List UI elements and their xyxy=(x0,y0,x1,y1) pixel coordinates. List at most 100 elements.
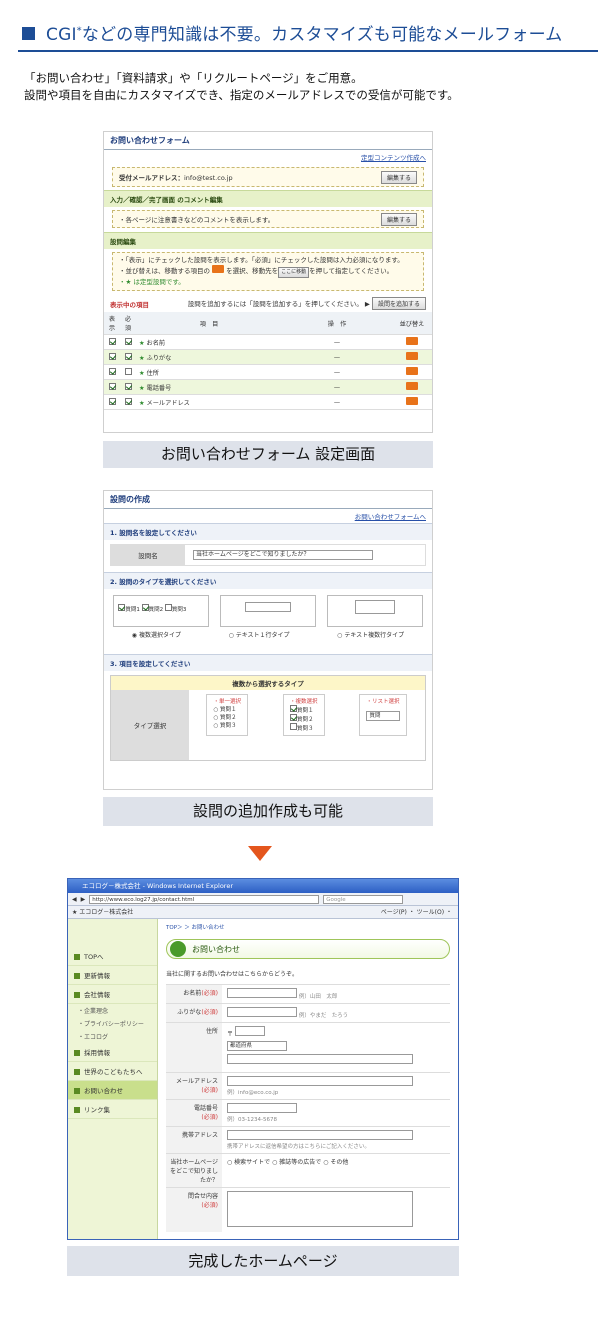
window-titlebar: エコログ－株式会社 - Windows Internet Explorer xyxy=(68,879,458,893)
required-checkbox[interactable] xyxy=(124,337,132,345)
type1-radio[interactable]: ◉ 複数選択タイプ xyxy=(132,630,181,639)
step1-heading: 1. 設問名を設定してください xyxy=(104,523,432,540)
sidebar-item[interactable]: ・エコログ xyxy=(68,1030,157,1043)
create-title: 設問の作成 xyxy=(104,491,432,509)
forward-icon[interactable]: ▶ xyxy=(81,893,86,906)
sidebar-item[interactable]: 世界のこどもたちへ xyxy=(68,1062,157,1081)
section-heading: CGI*などの専門知識は不要。カスタマイズも可能なメールフォーム xyxy=(18,18,598,52)
list-toolbar: 表示中の項目 設問を追加するには「設問を追加する」を押してください。 ▶ 設問を… xyxy=(104,294,432,312)
sidebar-item[interactable]: 採用情報 xyxy=(68,1043,157,1062)
comment-box: ・各ページに注意書きなどのコメントを表示します。 編集する xyxy=(112,210,424,228)
step3-heading: 3. 項目を設定してください xyxy=(104,654,432,671)
show-checkbox[interactable] xyxy=(108,367,116,375)
table-row: ★ 住所 — xyxy=(104,364,432,380)
caption-settings: お問い合わせフォーム 設定画面 xyxy=(103,441,433,468)
tel-input[interactable] xyxy=(227,1103,297,1113)
bullet-icon xyxy=(74,1050,80,1056)
pref-select[interactable]: 都道府県 xyxy=(227,1041,287,1051)
move-icon[interactable] xyxy=(406,337,418,345)
sidebar-item[interactable]: TOPへ xyxy=(68,947,157,966)
move-icon[interactable] xyxy=(406,367,418,375)
sidebar-item[interactable]: ・プライバシーポリシー xyxy=(68,1017,157,1030)
type1-preview: 質問1 質問2 質問3 xyxy=(113,595,210,627)
note-box: ・「表示」にチェックした設問を表示します。「必須」にチェックした設問は入力必須に… xyxy=(112,252,424,291)
url-input[interactable]: http://www.eco.log27.jp/contact.html xyxy=(89,894,320,904)
intro-text: 「お問い合わせ」「資料請求」や「リクルートページ」をご用意。 設問や項目を自由に… xyxy=(24,71,459,102)
type2-radio[interactable]: ○ テキスト１行タイプ xyxy=(229,630,290,639)
qname-row: 設問名 当社ホームページをどこで知りましたか？ xyxy=(110,544,426,566)
bullet-icon xyxy=(74,1107,80,1113)
sidebar-item[interactable]: 更新情報 xyxy=(68,966,157,985)
back-icon[interactable]: ◀ xyxy=(72,893,77,906)
multi-select-sample: ・複数選択 質問１ 質問２ 質問３ xyxy=(282,694,325,736)
move-icon xyxy=(212,265,225,273)
show-checkbox[interactable] xyxy=(108,397,116,405)
qname-input[interactable]: 当社ホームページをどこで知りましたか？ xyxy=(193,550,373,560)
sidebar-item[interactable]: リンク集 xyxy=(68,1100,157,1119)
required-checkbox[interactable] xyxy=(124,367,132,375)
required-checkbox[interactable] xyxy=(124,397,132,405)
show-checkbox[interactable] xyxy=(108,382,116,390)
caption-create: 設問の追加作成も可能 xyxy=(103,797,433,826)
type-previews: 質問1 質問2 質問3 xyxy=(104,589,432,627)
move-icon[interactable] xyxy=(406,352,418,360)
clover-icon xyxy=(170,941,186,957)
list-select-sample: ・リスト選択 質問 xyxy=(359,694,408,736)
sidebar-item[interactable]: 会社情報 xyxy=(68,985,157,1004)
bullet-icon xyxy=(74,992,80,998)
type2-preview xyxy=(219,595,316,627)
tab-bar: ★ エコログ－株式会社 ページ(P) ・ ツール(O) ・ xyxy=(68,906,458,919)
mail-input[interactable] xyxy=(227,1076,413,1086)
back-link[interactable]: お問い合わせフォームへ xyxy=(104,509,432,523)
heading-text: CGI*などの専門知識は不要。カスタマイズも可能なメールフォーム xyxy=(46,25,563,45)
add-question-button[interactable]: 設問を追加する xyxy=(371,297,426,310)
caption-finished: 完成したホームページ xyxy=(67,1246,459,1276)
move-icon[interactable] xyxy=(406,397,418,405)
tab-current[interactable]: ★ エコログ－株式会社 xyxy=(72,906,133,918)
tools-menu[interactable]: ページ(P) ・ ツール(O) ・ xyxy=(381,906,452,918)
bullet-icon xyxy=(74,954,80,960)
bullet-icon xyxy=(74,973,80,979)
address-input[interactable] xyxy=(227,1054,413,1064)
required-checkbox[interactable] xyxy=(124,382,132,390)
show-checkbox[interactable] xyxy=(108,352,116,360)
square-bullet-icon xyxy=(22,27,35,40)
table-row: ★ メールアドレス — xyxy=(104,394,432,410)
mobile-input[interactable] xyxy=(227,1130,413,1140)
screenshot-form-settings: お問い合わせフォーム 定型コンテンツ作成へ 受付メールアドレス：info@tes… xyxy=(103,131,433,433)
body-textarea[interactable] xyxy=(227,1191,413,1227)
edit-comment-button[interactable]: 編集する xyxy=(380,212,417,226)
question-table: 表示 必須 項 目 操 作 並び替え ★ お名前 — ★ ふりがな — ★ 住所 — ★ 電… xyxy=(104,312,432,410)
mail-box: 受付メールアドレス：info@test.co.jp 編集する xyxy=(112,167,424,187)
down-arrow-icon xyxy=(248,846,272,861)
comment-section: 入力／確認／完了画面 のコメント編集 xyxy=(104,190,432,207)
type3-radio[interactable]: ○ テキスト複数行タイプ xyxy=(337,630,404,639)
bullet-icon xyxy=(74,1069,80,1075)
table-row: ★ ふりがな — xyxy=(104,349,432,365)
question-section: 設問編集 xyxy=(104,232,432,249)
type3-preview xyxy=(326,595,423,627)
zip-input[interactable] xyxy=(234,1026,265,1036)
template-link[interactable]: 定型コンテンツ作成へ xyxy=(104,150,432,164)
kana-input[interactable] xyxy=(227,1007,297,1017)
name-input[interactable] xyxy=(227,988,297,998)
table-row: ★ 電話番号 — xyxy=(104,379,432,395)
edit-mail-button[interactable]: 編集する xyxy=(380,170,417,184)
breadcrumb[interactable]: TOP＞ ＞ お問い合わせ xyxy=(166,923,450,931)
form-title: お問い合わせフォーム xyxy=(104,132,432,150)
sidebar: TOPへ 更新情報 会社情報 ・企業理念 ・プライバシーポリシー ・エコログ 採用情報 世界の… xyxy=(68,919,158,1239)
address-bar: ◀ ▶ http://www.eco.log27.jp/contact.html … xyxy=(68,893,458,906)
multi-box: 複数から選択するタイプ タイプ選択 ・単一選択 ○ 質問１ ○ 質問２ ○ 質問３ … xyxy=(110,675,426,761)
page-title: お問い合わせ xyxy=(166,939,450,959)
sidebar-item[interactable]: お問い合わせ xyxy=(68,1081,157,1100)
screenshot-finished-page: エコログ－株式会社 - Windows Internet Explorer ◀ ▶… xyxy=(67,878,459,1240)
sidebar-item[interactable]: ・企業理念 xyxy=(68,1004,157,1017)
move-icon[interactable] xyxy=(406,382,418,390)
type-radios: ◉ 複数選択タイプ ○ テキスト１行タイプ ○ テキスト複数行タイプ xyxy=(104,627,432,642)
table-row: ★ お名前 — xyxy=(104,334,432,350)
search-input[interactable]: Google xyxy=(323,894,404,904)
step2-heading: 2. 設問のタイプを選択してください xyxy=(104,572,432,589)
show-checkbox[interactable] xyxy=(108,337,116,345)
required-checkbox[interactable] xyxy=(124,352,132,360)
lead-text: 当社に関するお問い合わせはこちらからどうぞ。 xyxy=(166,971,299,978)
